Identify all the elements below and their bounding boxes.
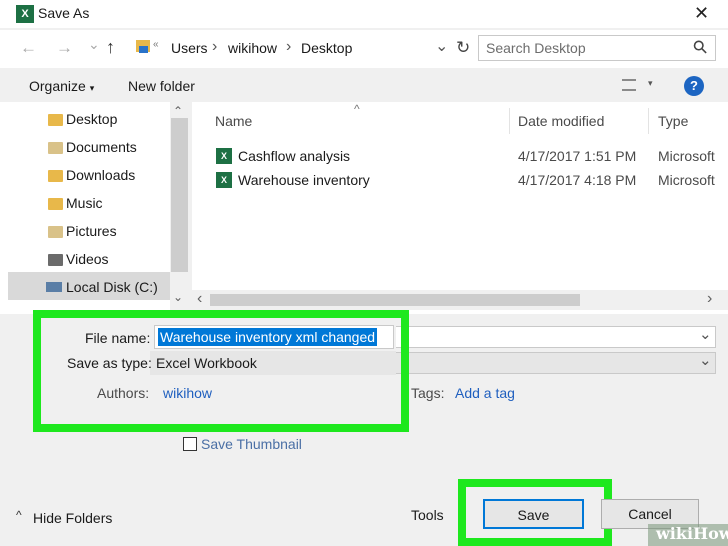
tools-button[interactable]: Tools [411,507,444,523]
excel-file-icon: X [216,148,232,164]
file-type: Microsoft [658,148,715,164]
column-header-date[interactable]: Date modified [518,113,604,129]
downloads-folder-icon [48,170,63,182]
hide-folders-caret-icon[interactable]: ^ [16,508,22,522]
sidebar-scroll-thumb[interactable] [171,118,188,272]
help-icon[interactable]: ? [684,76,704,96]
column-header-type[interactable]: Type [658,113,688,129]
save-thumbnail-checkbox[interactable] [183,437,197,451]
save-type-dropdown-icon[interactable]: ⌄ [699,351,712,369]
toolbar [0,70,728,102]
desktop-folder-icon [48,114,63,126]
window-title: Save As [38,5,90,21]
form-highlight-box [33,310,409,432]
tags-label: Tags: [411,385,445,401]
breadcrumb-desktop[interactable]: Desktop [301,40,352,56]
column-divider[interactable] [509,108,510,134]
file-type: Microsoft [658,172,715,188]
organize-button[interactable]: Organize ▾ [29,78,94,94]
save-highlight-box [458,479,612,546]
scroll-left-icon[interactable]: ‹ [197,290,202,308]
address-dropdown-icon[interactable]: ⌄ [435,36,448,56]
documents-folder-icon [48,142,63,154]
organize-label: Organize [29,78,86,94]
sidebar-item-pictures[interactable]: Pictures [66,223,117,239]
recent-locations-icon[interactable]: ⌄ [88,36,100,53]
sidebar-item-videos[interactable]: Videos [66,251,109,267]
excel-app-icon: X [16,5,34,23]
search-input[interactable]: Search Desktop [486,40,586,56]
file-date: 4/17/2017 1:51 PM [518,148,637,164]
music-folder-icon [48,198,63,210]
folder-badge-icon [139,46,148,53]
wikihow-watermark: wikiHow [656,524,728,543]
save-as-dialog: X Save As ✕ ← → ⌄ ↑ « Users › wikihow › … [0,0,728,546]
sidebar-item-documents[interactable]: Documents [66,139,137,155]
scroll-up-icon[interactable]: ⌃ [173,104,183,118]
back-arrow-icon[interactable]: ← [20,38,37,58]
sidebar-item-local-disk[interactable]: Local Disk (C:) [66,279,158,295]
videos-folder-icon [48,254,63,266]
title-bar [0,0,728,28]
breadcrumb-wikihow[interactable]: wikihow [228,40,277,56]
organize-caret-icon: ▾ [89,83,95,93]
breadcrumb-separator-icon[interactable]: › [286,38,291,56]
up-arrow-icon[interactable]: ↑ [106,37,115,58]
view-caret-icon[interactable]: ▾ [648,78,653,89]
breadcrumb-users[interactable]: Users [171,40,208,56]
hide-folders-button[interactable]: Hide Folders [33,510,112,526]
sidebar-item-desktop[interactable]: Desktop [66,111,117,127]
sort-indicator-icon: ^ [354,102,360,116]
scroll-down-icon[interactable]: ⌄ [173,290,183,304]
breadcrumb-overflow-icon[interactable]: « [153,39,159,50]
close-icon[interactable]: ✕ [694,3,709,24]
scroll-right-icon[interactable]: › [707,290,712,308]
file-date: 4/17/2017 4:18 PM [518,172,637,188]
column-divider[interactable] [648,108,649,134]
local-disk-icon [46,282,62,292]
pictures-folder-icon [48,226,63,238]
excel-file-icon: X [216,172,232,188]
horizontal-scroll-thumb[interactable] [210,294,580,306]
save-thumbnail-label[interactable]: Save Thumbnail [201,436,302,452]
forward-arrow-icon[interactable]: → [56,38,73,58]
file-name-cashflow[interactable]: Cashflow analysis [238,148,350,164]
sidebar-item-music[interactable]: Music [66,195,103,211]
add-tag-link[interactable]: Add a tag [455,385,515,401]
breadcrumb-separator-icon[interactable]: › [212,38,217,56]
new-folder-button[interactable]: New folder [128,78,195,94]
sidebar-item-downloads[interactable]: Downloads [66,167,135,183]
view-options-icon[interactable] [622,79,636,91]
file-name-dropdown-icon[interactable]: ⌄ [699,325,712,343]
file-name-warehouse[interactable]: Warehouse inventory [238,172,370,188]
column-header-name[interactable]: Name [215,113,252,129]
refresh-icon[interactable]: ↻ [456,38,470,58]
